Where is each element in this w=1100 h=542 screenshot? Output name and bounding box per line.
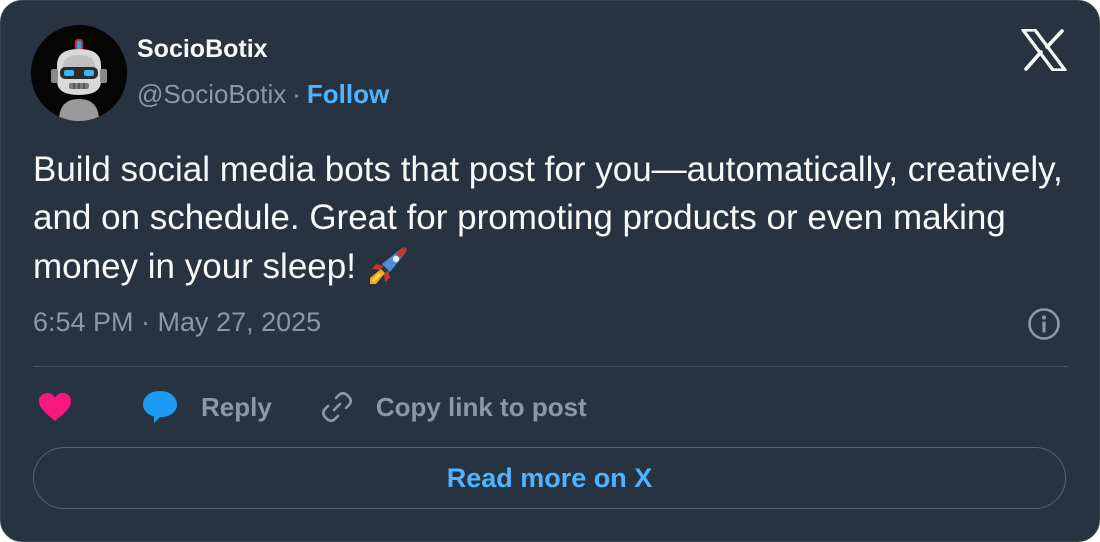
robot-avatar[interactable] [31, 25, 127, 121]
tweet-text: Build social media bots that post for yo… [33, 146, 1073, 291]
author-handle[interactable]: @SocioBotix [137, 79, 286, 110]
tweet-card: SocioBotix @SocioBotix · Follow Build so… [0, 0, 1100, 542]
tweet-body: Build social media bots that post for yo… [33, 150, 1063, 286]
action-bar: Reply Copy link to post [37, 385, 587, 429]
reply-icon [143, 391, 177, 423]
info-icon[interactable] [1027, 307, 1061, 341]
separator-dot: · [292, 79, 301, 109]
heart-icon [39, 393, 71, 421]
x-logo-icon[interactable] [1021, 28, 1067, 72]
copy-link-button[interactable]: Copy link to post [320, 390, 587, 424]
reply-button[interactable]: Reply [141, 389, 272, 425]
like-button[interactable] [37, 391, 73, 423]
read-more-label: Read more on X [446, 462, 653, 493]
author-display-name[interactable]: SocioBotix [137, 35, 268, 64]
link-icon [321, 391, 352, 423]
copy-link-label: Copy link to post [375, 391, 587, 422]
divider [33, 366, 1068, 367]
follow-button[interactable]: Follow [307, 79, 389, 110]
reply-label: Reply [201, 391, 272, 422]
tweet-timestamp[interactable]: 6:54 PM · May 27, 2025 [33, 307, 321, 338]
rocket-icon [364, 242, 412, 290]
read-more-button[interactable]: Read more on X [33, 447, 1066, 509]
author-handle-row: @SocioBotix · Follow [137, 79, 389, 110]
